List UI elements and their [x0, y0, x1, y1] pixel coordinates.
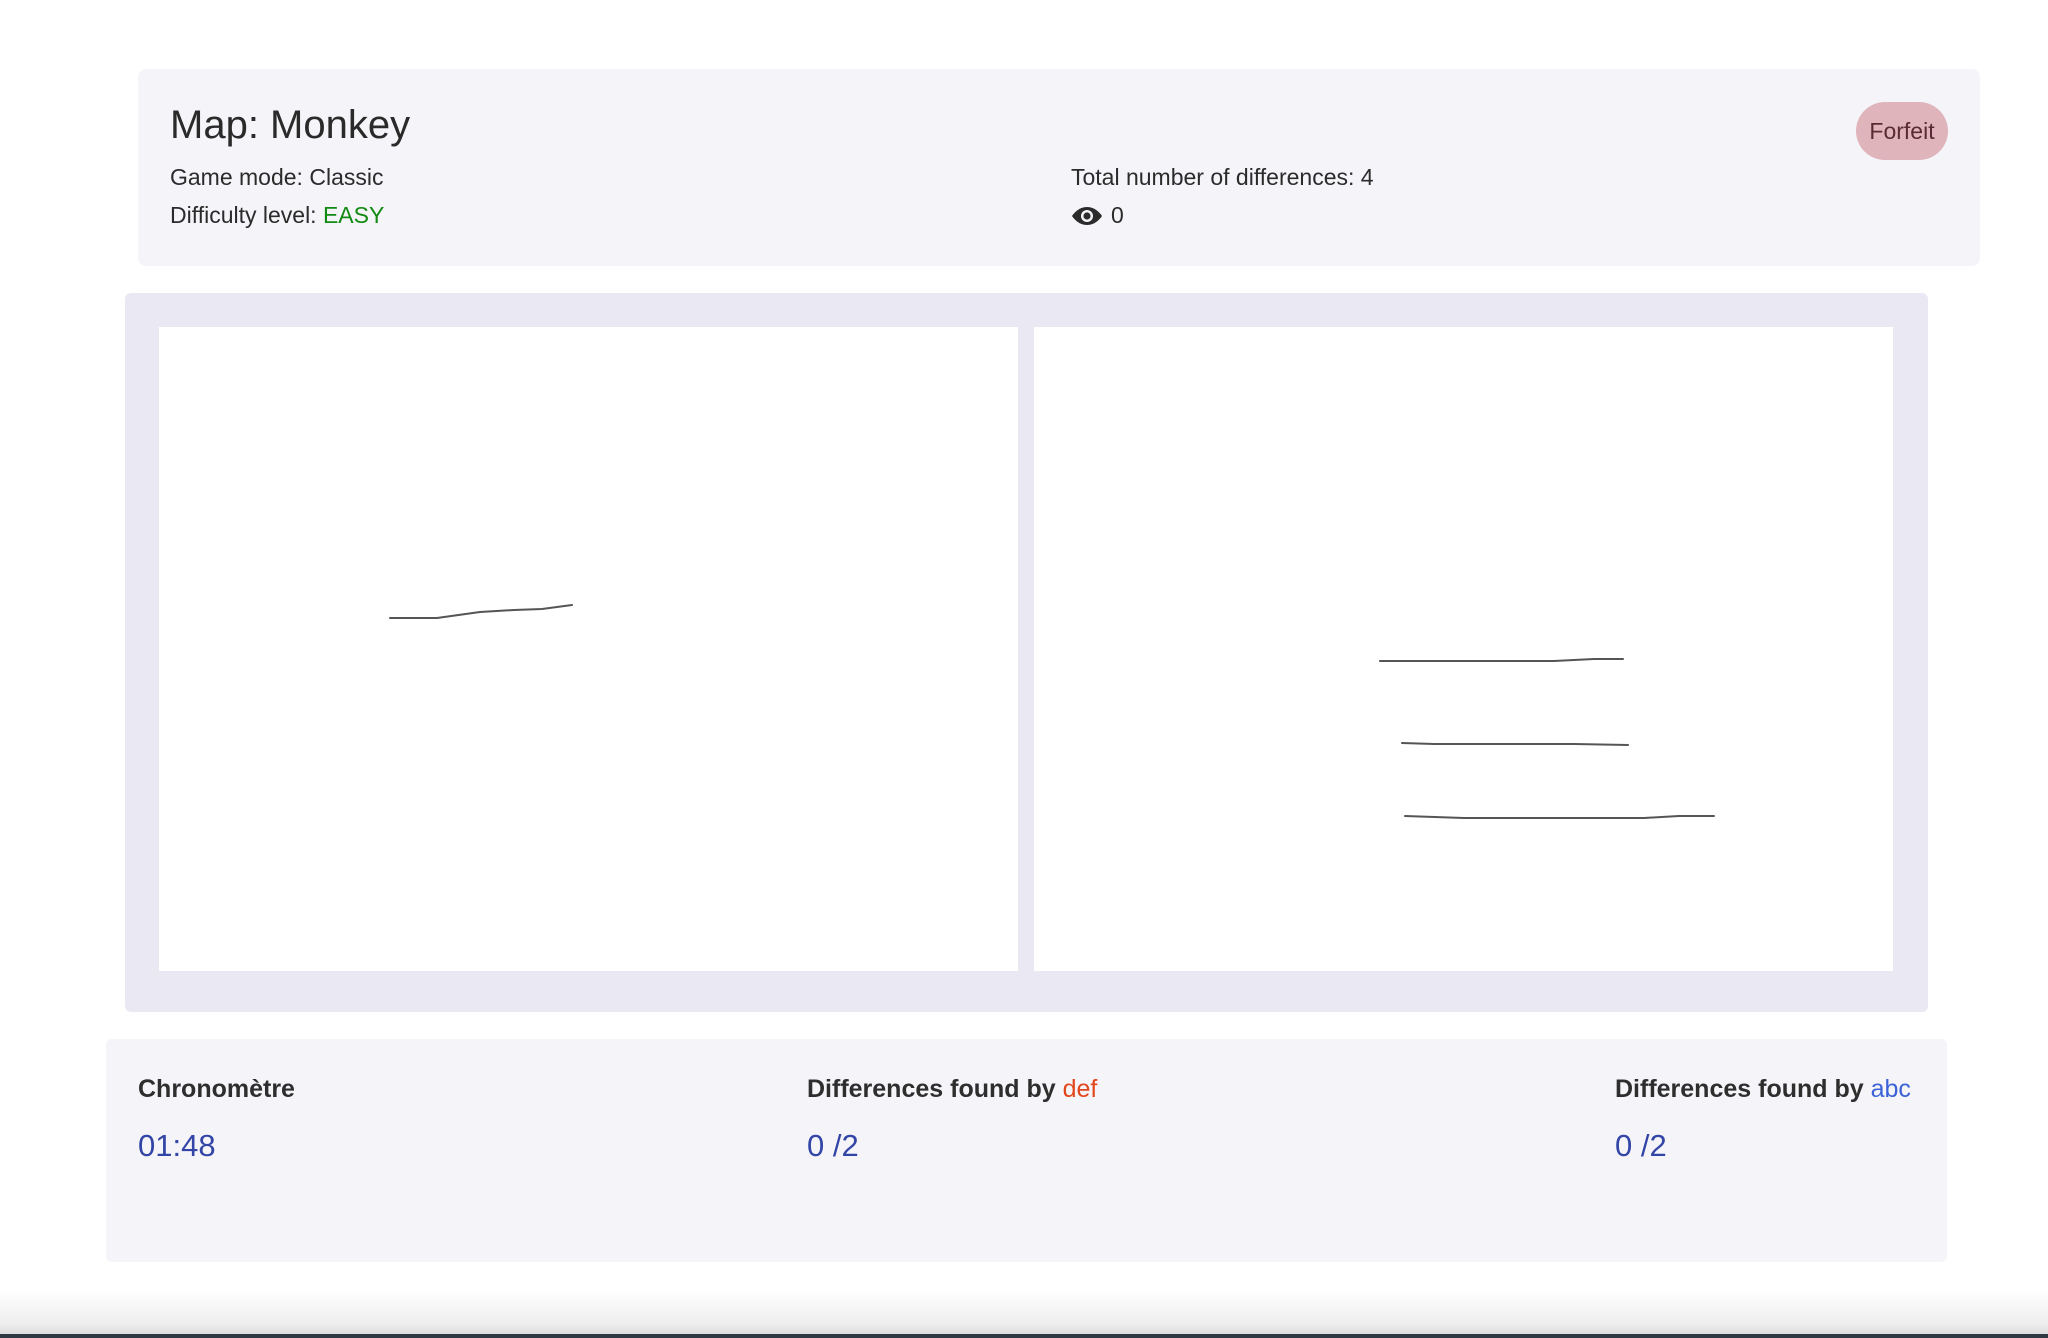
window-bottom-edge: [0, 1290, 2048, 1338]
player1-prefix: Differences found by: [807, 1075, 1063, 1103]
original-image-canvas[interactable]: [159, 327, 1018, 971]
score-card: Chronomètre 01:48 Differences found by d…: [106, 1039, 1947, 1262]
modified-image-drawing: [1379, 658, 1715, 819]
game-mode-value: Classic: [309, 164, 384, 190]
original-image-drawing: [389, 604, 573, 619]
player2-label: Differences found by abc: [1615, 1075, 1911, 1104]
difficulty-label: Difficulty level:: [170, 202, 323, 228]
timer-value: 01:48: [138, 1128, 216, 1163]
player2-score: Differences found by abc 0 /2: [1615, 1075, 1911, 1164]
drawn-stroke: [389, 604, 573, 619]
player1-name: def: [1062, 1075, 1098, 1103]
map-title: Map: Monkey: [170, 103, 411, 147]
timer-label: Chronomètre: [138, 1075, 295, 1103]
player1-label: Differences found by def: [807, 1075, 1097, 1104]
player2-prefix: Differences found by: [1615, 1075, 1871, 1103]
player2-score-value: 0 /2: [1615, 1128, 1667, 1163]
modified-image-canvas[interactable]: [1034, 327, 1893, 971]
hint-counter: 0: [1071, 202, 1124, 229]
forfeit-button[interactable]: Forfeit: [1856, 102, 1948, 160]
hint-count: 0: [1111, 202, 1124, 228]
game-mode-label: Game mode:: [170, 164, 310, 190]
difficulty-value: EASY: [322, 202, 385, 228]
player1-score: Differences found by def 0 /2: [807, 1075, 1097, 1164]
player1-score-value: 0 /2: [807, 1128, 859, 1163]
drawn-stroke: [1401, 742, 1629, 746]
total-differences-label: Total number of differences:: [1071, 164, 1361, 190]
drawn-stroke: [1379, 658, 1624, 662]
game-info-card: Map: Monkey Game mode: Classic Difficult…: [138, 69, 1980, 266]
player2-name: abc: [1870, 1075, 1911, 1103]
drawn-stroke: [1404, 815, 1715, 819]
total-differences: Total number of differences: 4: [1071, 164, 1374, 191]
game-area: [125, 293, 1928, 1012]
game-page: Map: Monkey Game mode: Classic Difficult…: [0, 0, 2048, 1338]
total-differences-value: 4: [1360, 164, 1374, 190]
game-mode: Game mode: Classic: [170, 164, 383, 191]
eye-icon: [1071, 205, 1103, 227]
timer: Chronomètre 01:48: [138, 1075, 295, 1164]
difficulty-level: Difficulty level: EASY: [170, 202, 384, 229]
